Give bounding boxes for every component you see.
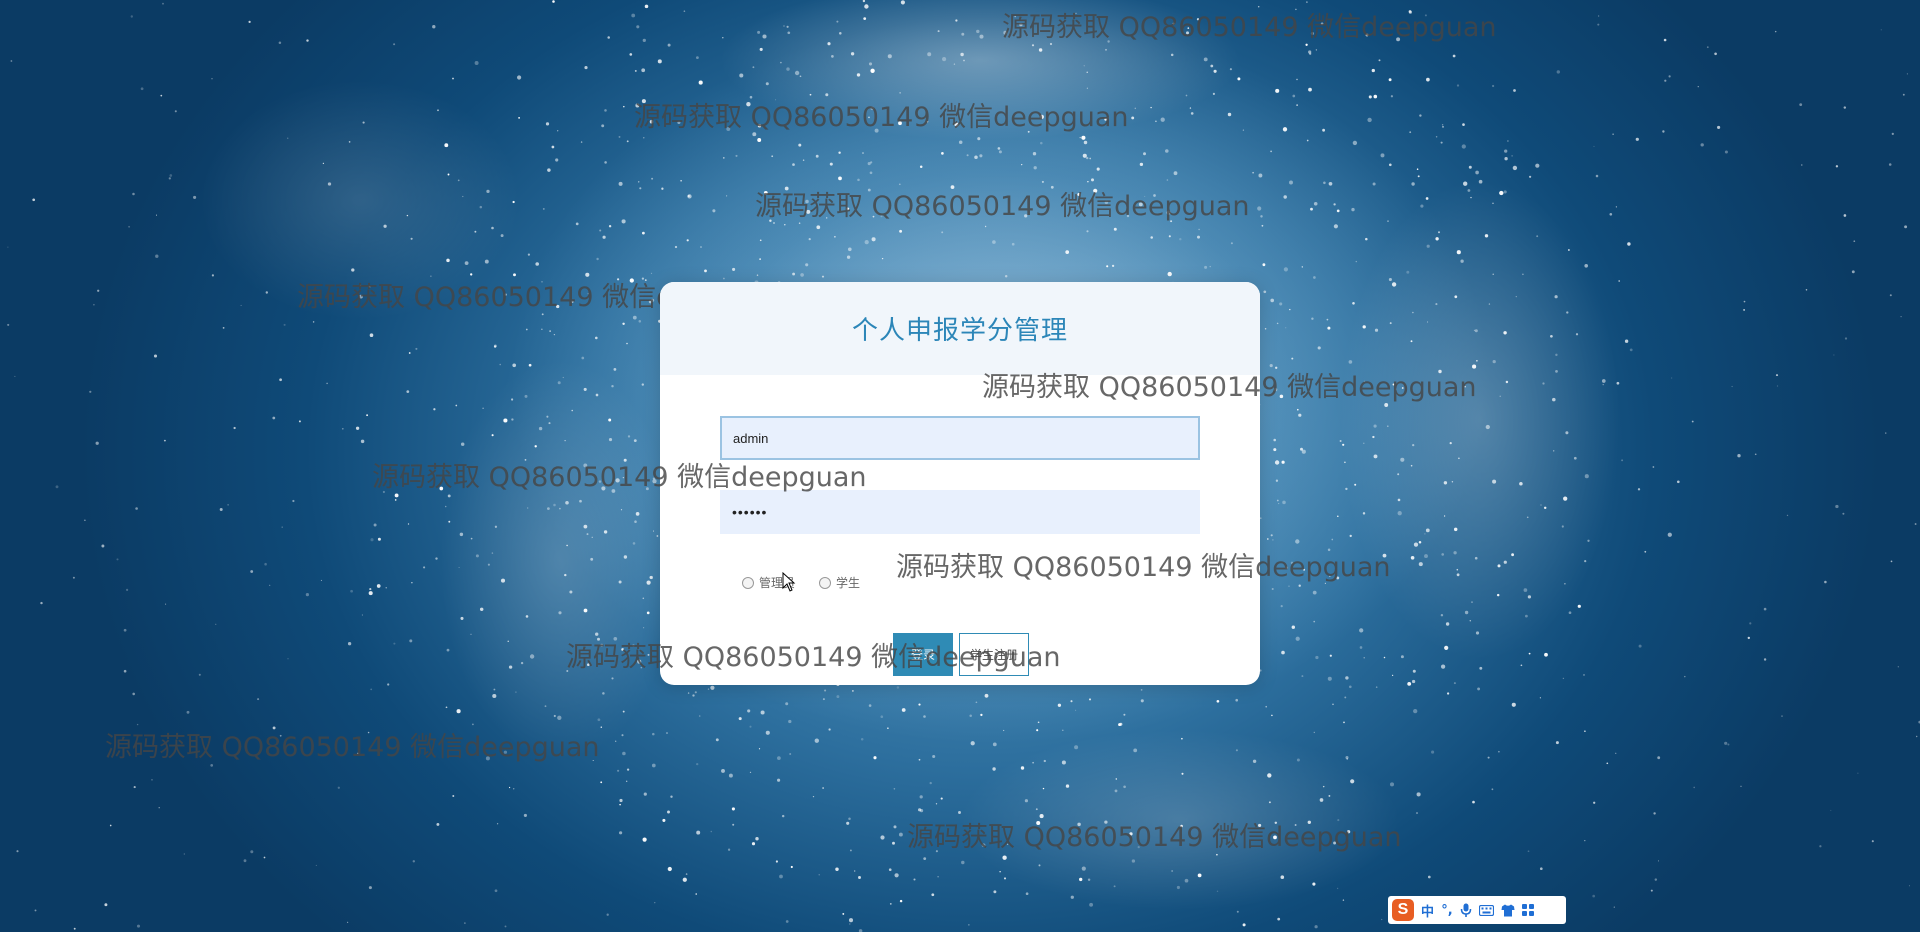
keyboard-icon[interactable] xyxy=(1479,904,1495,916)
role-radio-group: 管理员 学生 xyxy=(742,574,860,591)
sogou-logo-icon[interactable]: S xyxy=(1392,899,1414,921)
radio-admin[interactable] xyxy=(742,576,754,589)
ime-lang-toggle[interactable]: 中 xyxy=(1421,901,1434,920)
watermark-text: 源码获取 QQ86050149 微信deepguan xyxy=(634,102,1129,133)
password-input[interactable] xyxy=(720,490,1200,534)
login-header: 个人申报学分管理 xyxy=(660,282,1260,375)
role-label-student: 学生 xyxy=(836,576,861,590)
role-option-student[interactable]: 学生 xyxy=(819,574,860,591)
shirt-icon[interactable] xyxy=(1501,904,1515,917)
login-panel: 个人申报学分管理 管理员 学生 登录 学生注册 xyxy=(660,282,1260,685)
button-row: 登录 学生注册 xyxy=(893,633,1029,676)
username-input[interactable] xyxy=(720,416,1200,460)
watermark-text: 源码获取 QQ86050149 微信deepguan xyxy=(907,822,1402,853)
radio-student[interactable] xyxy=(819,576,832,589)
grid-icon[interactable] xyxy=(1522,904,1535,916)
ime-toolbar[interactable]: S 中 °, xyxy=(1388,896,1566,924)
app-title: 个人申报学分管理 xyxy=(851,316,1068,346)
mouse-cursor-icon xyxy=(782,572,796,592)
watermark-text: 源码获取 QQ86050149 微信deepguan xyxy=(755,191,1250,222)
ime-punctuation-toggle[interactable]: °, xyxy=(1441,903,1453,918)
watermark-text: 源码获取 QQ86050149 微信deepguan xyxy=(105,732,600,763)
login-button[interactable]: 登录 xyxy=(893,633,953,676)
microphone-icon[interactable] xyxy=(1460,903,1472,917)
watermark-text: 源码获取 QQ86050149 微信deepguan xyxy=(1002,12,1497,43)
register-button[interactable]: 学生注册 xyxy=(959,633,1029,676)
